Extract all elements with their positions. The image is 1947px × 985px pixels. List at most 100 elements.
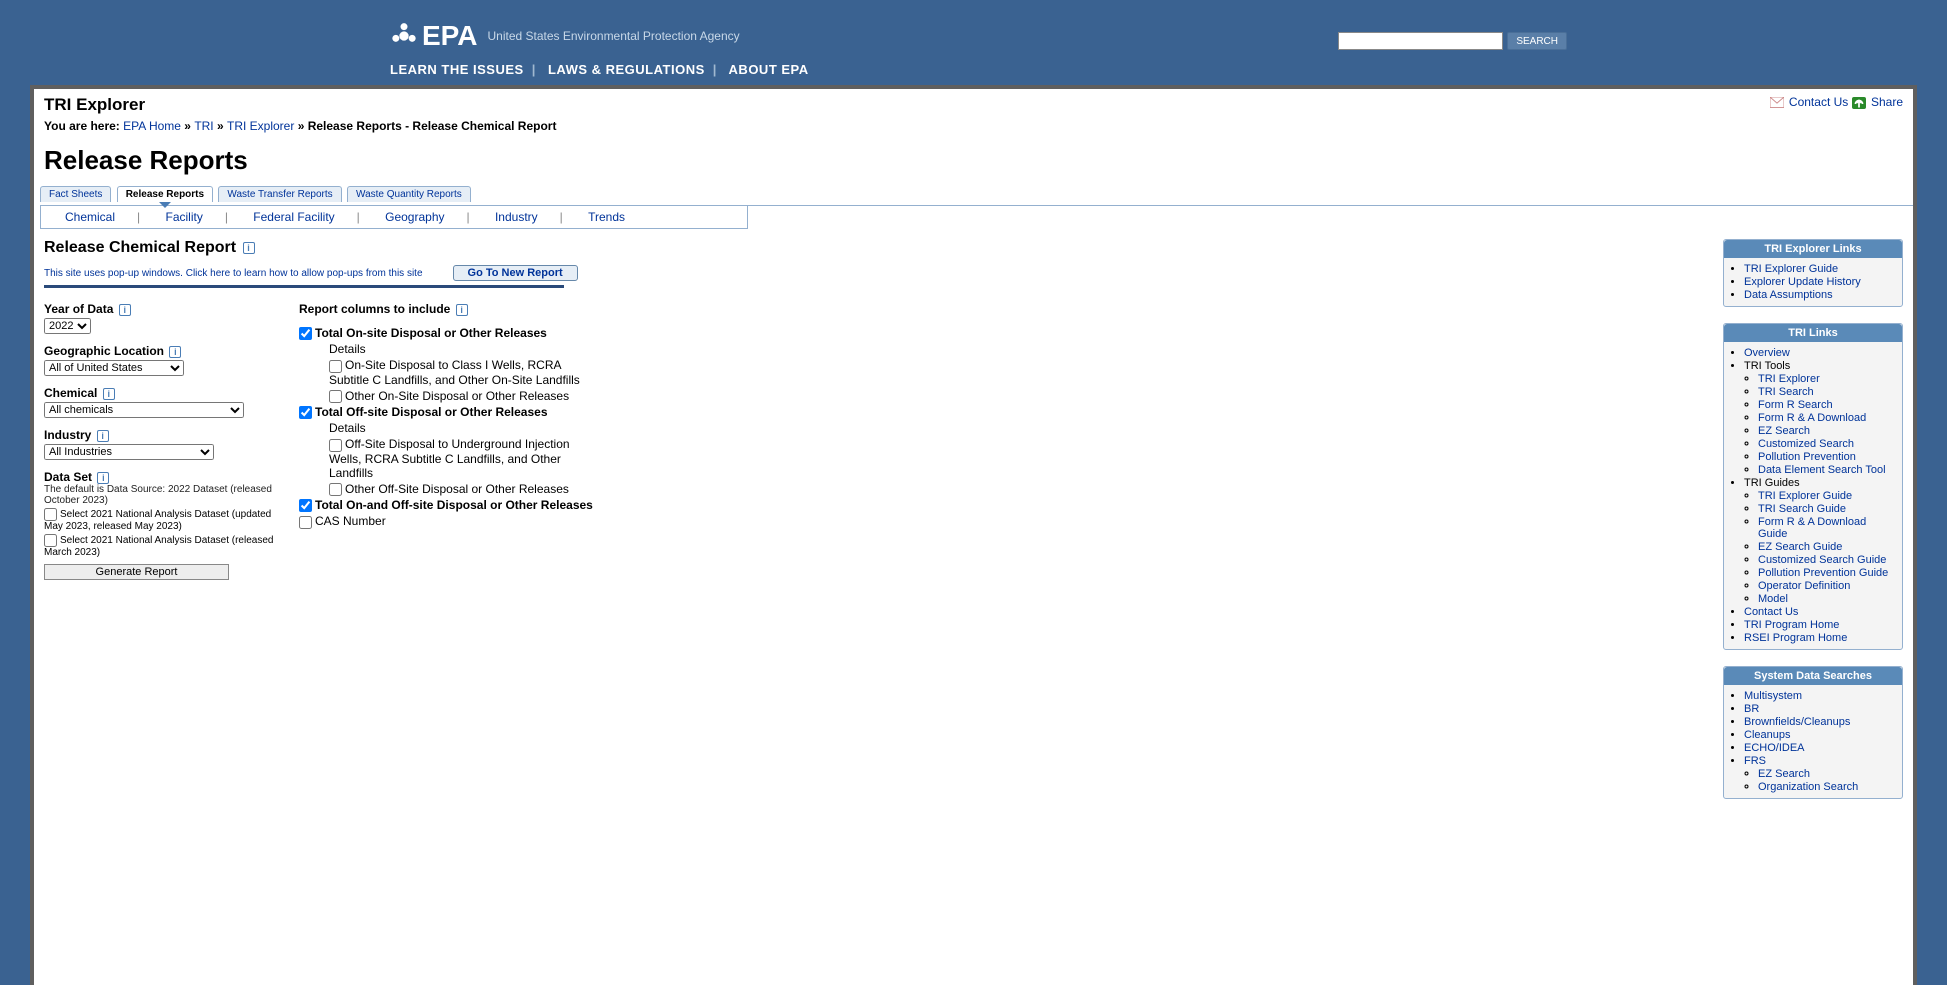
- geo-label: Geographic Location: [44, 344, 164, 358]
- side-link[interactable]: Data Assumptions: [1744, 289, 1833, 301]
- subtab-federal[interactable]: Federal Facility: [253, 210, 334, 224]
- dataset-opt1-checkbox[interactable]: [44, 508, 57, 521]
- col-onsite-a-label: On-Site Disposal to Class I Wells, RCRA …: [329, 358, 580, 386]
- side-link[interactable]: RSEI Program Home: [1744, 632, 1847, 644]
- bc-tri-explorer[interactable]: TRI Explorer: [227, 119, 294, 133]
- bc-tri[interactable]: TRI: [194, 119, 213, 133]
- side-link[interactable]: TRI Program Home: [1744, 619, 1839, 631]
- side-link[interactable]: BR: [1744, 703, 1759, 715]
- side-link[interactable]: Brownfields/Cleanups: [1744, 716, 1850, 728]
- subtab-facility[interactable]: Facility: [165, 210, 202, 224]
- side-link[interactable]: TRI Explorer Guide: [1744, 263, 1838, 275]
- col-offsite-b-label: Other Off-Site Disposal or Other Release…: [345, 482, 569, 496]
- divider: [44, 285, 564, 288]
- side-link[interactable]: Form R & A Download Guide: [1758, 516, 1866, 540]
- col-offsite-a-checkbox[interactable]: [329, 439, 342, 452]
- columns-heading: Report columns to include: [299, 302, 450, 316]
- nav-laws[interactable]: LAWS & REGULATIONS: [548, 62, 705, 77]
- chemical-select[interactable]: All chemicals: [44, 402, 244, 418]
- subtab-industry[interactable]: Industry: [495, 210, 538, 224]
- side-link[interactable]: Form R Search: [1758, 399, 1833, 411]
- info-icon[interactable]: i: [97, 430, 109, 442]
- side-link[interactable]: Explorer Update History: [1744, 276, 1861, 288]
- dataset-opt2-checkbox[interactable]: [44, 534, 57, 547]
- filters-column: Year of Data i 2022 Geographic Location …: [44, 298, 279, 580]
- side-link[interactable]: Pollution Prevention: [1758, 451, 1856, 463]
- panel-heading: TRI Explorer Links: [1724, 240, 1902, 258]
- col-offsite-b-checkbox[interactable]: [329, 483, 342, 496]
- col-onsite-a-checkbox[interactable]: [329, 360, 342, 373]
- panel-system-data: System Data Searches Multisystem BR Brow…: [1723, 666, 1903, 799]
- side-link[interactable]: Overview: [1744, 347, 1790, 359]
- side-link[interactable]: Pollution Prevention Guide: [1758, 567, 1888, 579]
- col-onsite-checkbox[interactable]: [299, 327, 312, 340]
- year-label: Year of Data: [44, 302, 113, 316]
- logo-text: EPA: [422, 20, 478, 52]
- tab-release-reports[interactable]: Release Reports: [117, 186, 213, 202]
- tab-waste-quantity[interactable]: Waste Quantity Reports: [347, 186, 471, 202]
- report-tabs: Fact Sheets Release Reports Waste Transf…: [40, 186, 1913, 206]
- share-icon: [1852, 97, 1866, 109]
- dataset-opt1-label: Select 2021 National Analysis Dataset (u…: [44, 509, 271, 532]
- panel-tri-links: TRI Links Overview TRI Tools TRI Explore…: [1723, 323, 1903, 650]
- side-link[interactable]: TRI Search Guide: [1758, 503, 1846, 515]
- side-link[interactable]: TRI Explorer: [1758, 373, 1820, 385]
- share-link[interactable]: Share: [1871, 95, 1903, 109]
- col-onsite-b-checkbox[interactable]: [329, 390, 342, 403]
- side-link[interactable]: EZ Search: [1758, 768, 1810, 780]
- side-link[interactable]: ECHO/IDEA: [1744, 742, 1805, 754]
- popup-note-link[interactable]: This site uses pop-up windows. Click her…: [44, 268, 423, 279]
- side-link[interactable]: Cleanups: [1744, 729, 1790, 741]
- info-icon[interactable]: i: [243, 242, 255, 254]
- nav-learn[interactable]: LEARN THE ISSUES: [390, 62, 524, 77]
- col-onoff-checkbox[interactable]: [299, 499, 312, 512]
- side-link[interactable]: EZ Search: [1758, 425, 1810, 437]
- side-link[interactable]: FRS: [1744, 755, 1766, 767]
- generate-report-button[interactable]: Generate Report: [44, 564, 229, 580]
- side-link[interactable]: TRI Search: [1758, 386, 1814, 398]
- columns-selector: Report columns to include i Total On-sit…: [299, 298, 599, 580]
- side-link[interactable]: Operator Definition: [1758, 580, 1850, 592]
- col-onoff-label: Total On-and Off-site Disposal or Other …: [315, 498, 593, 512]
- info-icon[interactable]: i: [456, 304, 468, 316]
- industry-select[interactable]: All Industries: [44, 444, 214, 460]
- subtab-trends[interactable]: Trends: [588, 210, 625, 224]
- info-icon[interactable]: i: [119, 304, 131, 316]
- geo-select[interactable]: All of United States: [44, 360, 184, 376]
- side-group: TRI Guides: [1744, 477, 1800, 489]
- side-link[interactable]: Form R & A Download: [1758, 412, 1866, 424]
- info-icon[interactable]: i: [97, 472, 109, 484]
- go-to-new-report-button[interactable]: Go To New Report: [453, 265, 578, 281]
- side-link[interactable]: Multisystem: [1744, 690, 1802, 702]
- side-link[interactable]: TRI Explorer Guide: [1758, 490, 1852, 502]
- info-icon[interactable]: i: [103, 388, 115, 400]
- tab-fact-sheets[interactable]: Fact Sheets: [40, 186, 111, 202]
- panel-heading: System Data Searches: [1724, 667, 1902, 685]
- col-cas-checkbox[interactable]: [299, 516, 312, 529]
- dataset-note: The default is Data Source: 2022 Dataset…: [44, 484, 279, 506]
- contact-us-link[interactable]: Contact Us: [1789, 95, 1848, 109]
- side-link[interactable]: Organization Search: [1758, 781, 1858, 793]
- chem-label: Chemical: [44, 386, 97, 400]
- year-select[interactable]: 2022: [44, 318, 91, 334]
- report-subtabs: Chemical| Facility| Federal Facility| Ge…: [40, 206, 748, 229]
- side-link[interactable]: Customized Search Guide: [1758, 554, 1886, 566]
- subtab-geography[interactable]: Geography: [385, 210, 444, 224]
- subtab-chemical[interactable]: Chemical: [65, 210, 115, 224]
- panel-heading: TRI Links: [1724, 324, 1902, 342]
- tab-waste-transfer[interactable]: Waste Transfer Reports: [218, 186, 341, 202]
- side-link[interactable]: Data Element Search Tool: [1758, 464, 1886, 476]
- search-button[interactable]: SEARCH: [1507, 32, 1567, 50]
- bc-epa-home[interactable]: EPA Home: [123, 119, 181, 133]
- side-link[interactable]: Customized Search: [1758, 438, 1854, 450]
- search-input[interactable]: [1338, 32, 1503, 50]
- col-offsite-label: Total Off-site Disposal or Other Release…: [315, 405, 548, 419]
- nav-about[interactable]: ABOUT EPA: [729, 62, 809, 77]
- col-offsite-checkbox[interactable]: [299, 406, 312, 419]
- side-link[interactable]: EZ Search Guide: [1758, 541, 1842, 553]
- epa-logo[interactable]: EPA: [390, 20, 478, 52]
- side-link[interactable]: Model: [1758, 593, 1788, 605]
- page-wrap: TRI Explorer You are here: EPA Home » TR…: [30, 85, 1917, 985]
- info-icon[interactable]: i: [169, 346, 181, 358]
- side-link[interactable]: Contact Us: [1744, 606, 1798, 618]
